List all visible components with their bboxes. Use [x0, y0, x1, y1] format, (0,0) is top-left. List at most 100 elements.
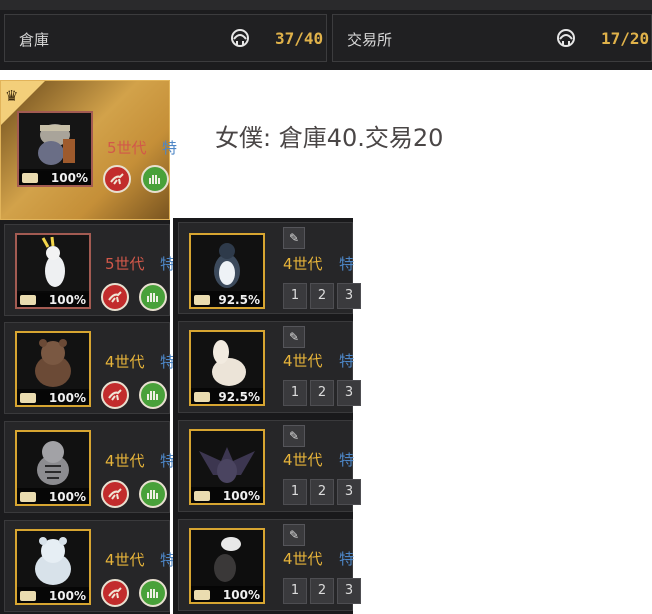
- action-button[interactable]: [101, 283, 129, 311]
- satiety-bar: 92.5%: [191, 291, 263, 307]
- satiety-value: 100%: [222, 588, 260, 602]
- pet-list-left: ♛ 100% 5世代 特 100% 5世代 特 100% 4世代 特 100% …: [0, 80, 177, 614]
- satiety-bar: 100%: [17, 488, 89, 504]
- pet-portrait: 100%: [15, 430, 91, 506]
- satiety-bar: 100%: [19, 169, 91, 185]
- food-bowl-icon: [194, 392, 210, 402]
- food-bowl-icon: [22, 173, 38, 183]
- exchange-label: 交易所: [347, 31, 393, 49]
- maid-icon: [231, 29, 249, 47]
- maid-capacity-note: 女僕: 倉庫40.交易20: [215, 124, 444, 152]
- food-bowl-icon: [20, 295, 36, 305]
- generation-label: 4世代: [283, 451, 323, 469]
- skill-slot-2[interactable]: 2: [310, 380, 334, 406]
- skill-slot-2[interactable]: 2: [310, 578, 334, 604]
- pet-portrait: 100%: [17, 111, 93, 187]
- running-icon: [108, 488, 122, 500]
- satiety-value: 100%: [222, 489, 260, 503]
- satiety-value: 100%: [50, 171, 88, 185]
- skill-slot-1[interactable]: 1: [283, 380, 307, 406]
- hand-icon: [147, 589, 158, 598]
- alpaca-icon: [191, 332, 263, 390]
- running-icon: [108, 291, 122, 303]
- exchange-counter: 交易所 17/20: [332, 14, 652, 62]
- skill-slot-3[interactable]: 3: [337, 380, 361, 406]
- pet-card[interactable]: 100% 4世代 特: [4, 322, 175, 414]
- pet-card[interactable]: 100% 5世代 特: [4, 224, 175, 316]
- satiety-bar: 92.5%: [191, 388, 263, 404]
- brown-bear-icon: [17, 333, 89, 391]
- food-bowl-icon: [20, 393, 36, 403]
- generation-label: 5世代: [107, 139, 147, 157]
- generation-label: 4世代: [283, 550, 323, 568]
- polar-bear-icon: [17, 531, 89, 589]
- pet-portrait: 100%: [15, 233, 91, 309]
- generation-label: 4世代: [283, 255, 323, 273]
- satiety-value: 92.5%: [218, 390, 260, 404]
- storage-count: 37/40: [275, 29, 324, 48]
- skill-button[interactable]: [139, 579, 167, 607]
- pet-list-right: 92.5% ✎ 4世代 特 1 2 3 92.5% ✎ 4世代 特 1 2 3: [173, 218, 361, 614]
- pet-card[interactable]: 100% 4世代 特: [4, 421, 175, 513]
- food-bowl-icon: [194, 491, 210, 501]
- action-button[interactable]: [101, 579, 129, 607]
- pet-card[interactable]: 100% ✎ 4世代 特 1 2 3: [178, 420, 361, 512]
- skill-slot-1[interactable]: 1: [283, 283, 307, 309]
- skill-button[interactable]: [141, 165, 169, 193]
- satiety-bar: 100%: [17, 587, 89, 603]
- generation-label: 4世代: [283, 352, 323, 370]
- satiety-value: 100%: [48, 391, 86, 405]
- trait-label: 特: [339, 451, 355, 469]
- pet-portrait: 100%: [189, 429, 265, 505]
- penguin-icon: [191, 235, 263, 293]
- satiety-bar: 100%: [17, 291, 89, 307]
- storage-header-bar: 倉庫 37/40 交易所 17/20: [0, 0, 652, 70]
- skill-slot-3[interactable]: 3: [337, 479, 361, 505]
- running-icon: [108, 587, 122, 599]
- skill-slot-1[interactable]: 1: [283, 479, 307, 505]
- pencil-icon[interactable]: ✎: [283, 227, 305, 249]
- satiety-value: 100%: [48, 490, 86, 504]
- white-tiger-icon: [17, 432, 89, 490]
- pet-card[interactable]: ♛ 100% 5世代 特: [0, 80, 177, 220]
- satiety-value: 100%: [48, 293, 86, 307]
- hawk-icon: [191, 530, 263, 588]
- pencil-icon[interactable]: ✎: [283, 425, 305, 447]
- pet-portrait: 100%: [189, 528, 265, 604]
- action-button[interactable]: [103, 165, 131, 193]
- pet-portrait: 92.5%: [189, 233, 265, 309]
- skill-slot-3[interactable]: 3: [337, 578, 361, 604]
- crown-icon: ♛: [5, 87, 19, 105]
- food-bowl-icon: [194, 295, 210, 305]
- pet-card[interactable]: 100% ✎ 4世代 特 1 2 3: [178, 519, 361, 611]
- action-button[interactable]: [101, 480, 129, 508]
- exchange-count: 17/20: [601, 29, 650, 48]
- storage-label: 倉庫: [19, 31, 50, 49]
- hand-icon: [147, 391, 158, 400]
- dark-dragon-icon: [191, 431, 263, 489]
- satiety-bar: 100%: [191, 487, 263, 503]
- food-bowl-icon: [20, 591, 36, 601]
- food-bowl-icon: [20, 492, 36, 502]
- hand-icon: [147, 293, 158, 302]
- satiety-value: 100%: [48, 589, 86, 603]
- pet-card[interactable]: 92.5% ✎ 4世代 特 1 2 3: [178, 222, 361, 314]
- header-strip: [0, 0, 652, 10]
- hand-icon: [149, 175, 160, 184]
- action-button[interactable]: [101, 381, 129, 409]
- skill-button[interactable]: [139, 283, 167, 311]
- pencil-icon[interactable]: ✎: [283, 524, 305, 546]
- skill-button[interactable]: [139, 381, 167, 409]
- skill-slot-3[interactable]: 3: [337, 283, 361, 309]
- trait-label: 特: [162, 139, 178, 157]
- pet-card[interactable]: 92.5% ✎ 4世代 特 1 2 3: [178, 321, 361, 413]
- skill-button[interactable]: [139, 480, 167, 508]
- pet-card[interactable]: 100% 4世代 特: [4, 520, 175, 612]
- satiety-bar: 100%: [17, 389, 89, 405]
- skill-slot-2[interactable]: 2: [310, 479, 334, 505]
- skill-slot-1[interactable]: 1: [283, 578, 307, 604]
- trait-label: 特: [339, 550, 355, 568]
- pencil-icon[interactable]: ✎: [283, 326, 305, 348]
- skill-slot-2[interactable]: 2: [310, 283, 334, 309]
- trait-label: 特: [339, 255, 355, 273]
